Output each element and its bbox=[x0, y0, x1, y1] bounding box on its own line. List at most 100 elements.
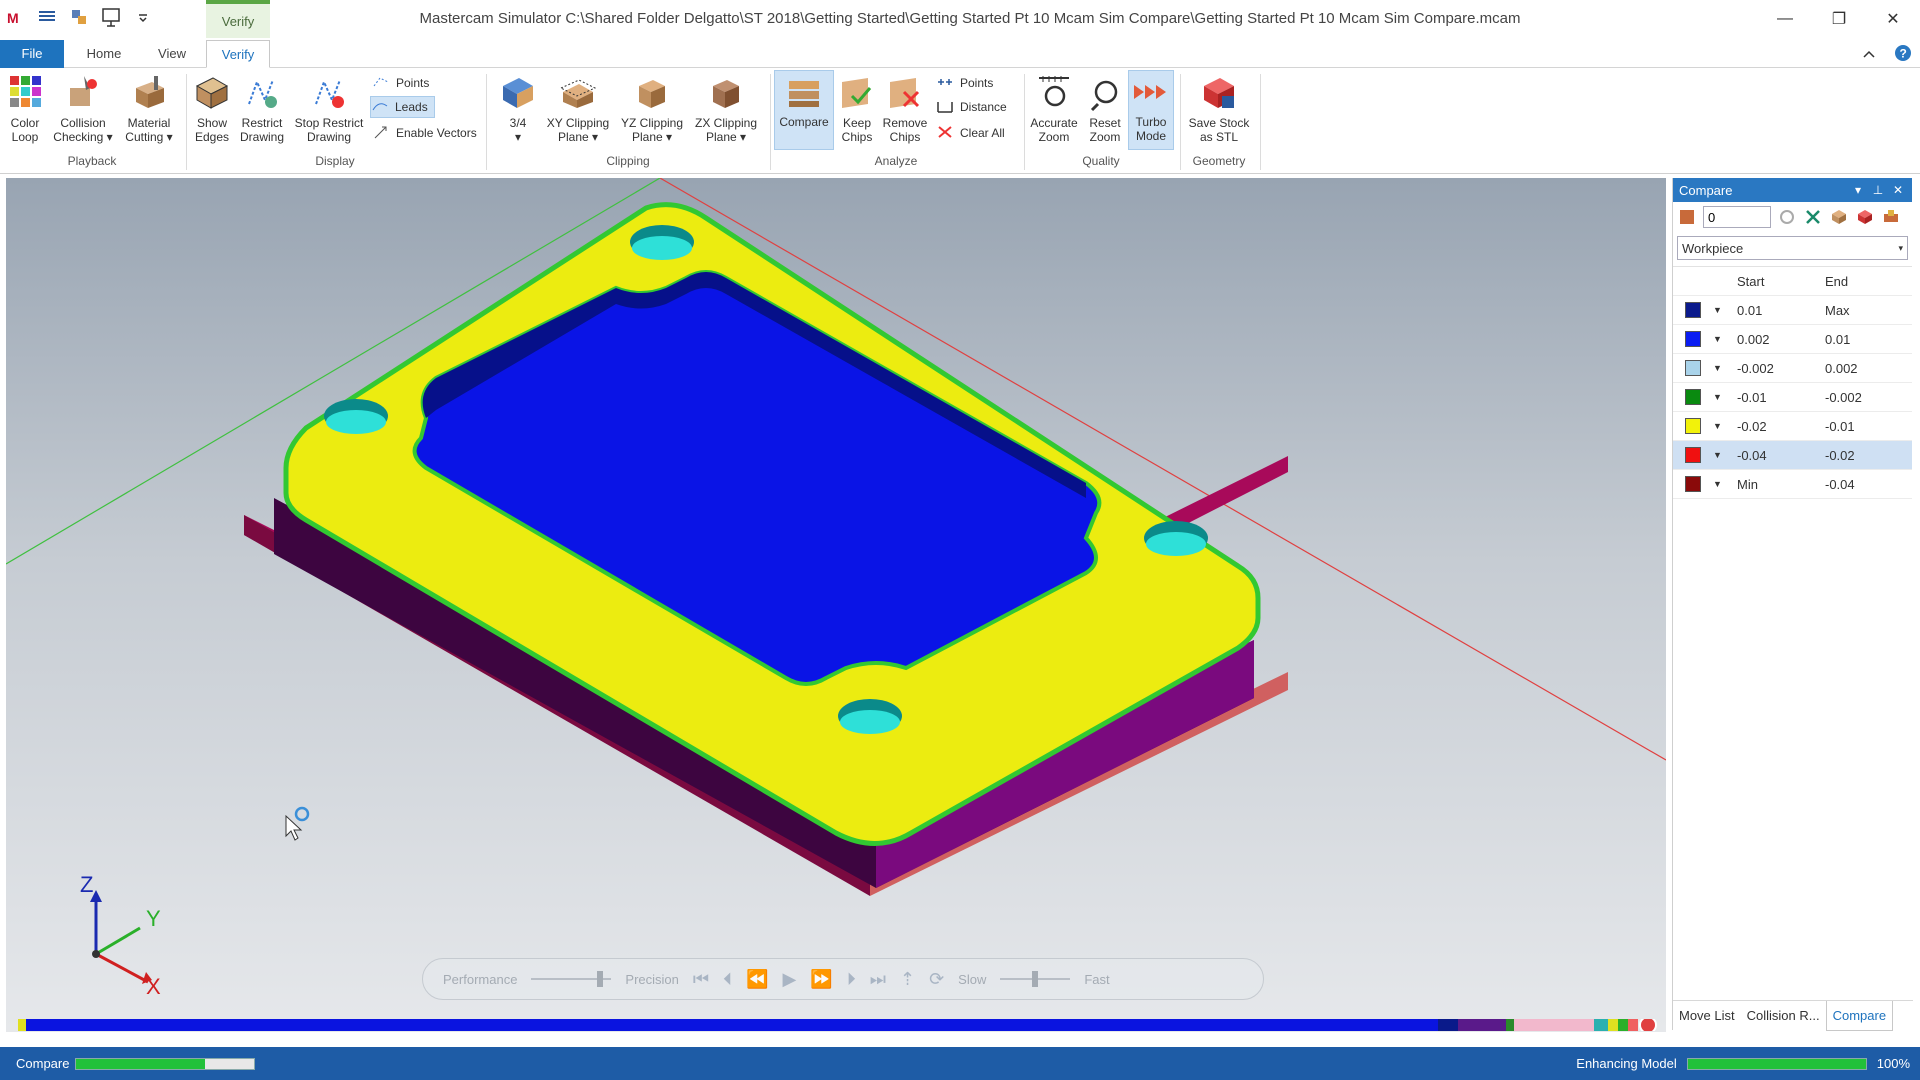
color-dropdown-icon[interactable]: ▼ bbox=[1713, 479, 1731, 489]
minimize-button[interactable]: — bbox=[1758, 0, 1812, 38]
tab-collision-report[interactable]: Collision R... bbox=[1741, 1001, 1826, 1031]
table-row[interactable]: ▼ -0.01 -0.002 bbox=[1673, 383, 1912, 412]
collision-checking-button[interactable]: Collision Checking ▾ bbox=[52, 72, 114, 144]
start-cell[interactable]: -0.02 bbox=[1731, 419, 1819, 434]
layers-icon[interactable] bbox=[36, 6, 58, 28]
color-dropdown-icon[interactable]: ▼ bbox=[1713, 334, 1731, 344]
compare-run-icon[interactable] bbox=[1677, 207, 1697, 227]
reset-zoom-button[interactable]: Reset Zoom bbox=[1084, 72, 1126, 144]
stock-icon[interactable] bbox=[1829, 207, 1849, 227]
end-cell[interactable]: Max bbox=[1819, 303, 1905, 318]
clear-all-button[interactable]: Clear All bbox=[936, 122, 1005, 144]
table-row[interactable]: ▼ -0.02 -0.01 bbox=[1673, 412, 1912, 441]
table-row[interactable]: ▼ -0.002 0.002 bbox=[1673, 354, 1912, 383]
play-icon[interactable]: ▶ bbox=[783, 969, 797, 990]
go-to-start-icon[interactable]: ⏮ bbox=[693, 969, 709, 990]
color-dropdown-icon[interactable]: ▼ bbox=[1713, 450, 1731, 460]
enable-vectors-button[interactable]: Enable Vectors bbox=[372, 122, 477, 144]
color-swatch[interactable] bbox=[1673, 447, 1713, 463]
analyze-points-button[interactable]: Points bbox=[936, 72, 993, 94]
table-row[interactable]: ▼ 0.002 0.01 bbox=[1673, 325, 1912, 354]
close-button[interactable]: ✕ bbox=[1866, 0, 1920, 38]
reset-zoom-icon bbox=[1086, 72, 1124, 114]
tab-verify[interactable]: Verify bbox=[206, 40, 270, 68]
stop-restrict-drawing-button[interactable]: Stop Restrict Drawing bbox=[292, 72, 366, 144]
color-swatch[interactable] bbox=[1673, 360, 1713, 376]
panel-close-icon[interactable]: ✕ bbox=[1890, 183, 1906, 197]
accurate-zoom-button[interactable]: Accurate Zoom bbox=[1028, 72, 1080, 144]
yz-clipping-plane-button[interactable]: YZ Clipping Plane ▾ bbox=[616, 72, 688, 144]
leads-button[interactable]: Leads bbox=[370, 96, 435, 118]
start-cell[interactable]: -0.01 bbox=[1731, 390, 1819, 405]
color-swatch[interactable] bbox=[1673, 331, 1713, 347]
speed-slider[interactable] bbox=[1000, 971, 1071, 987]
go-to-end-icon[interactable]: ⏭ bbox=[870, 969, 886, 990]
restore-button[interactable]: ❐ bbox=[1812, 0, 1866, 38]
status-percent: 100% bbox=[1876, 1056, 1910, 1071]
customize-dropdown-icon[interactable] bbox=[132, 6, 154, 28]
color-loop-button[interactable]: Color Loop bbox=[4, 72, 46, 144]
end-cell[interactable]: 0.002 bbox=[1819, 361, 1905, 376]
graphics-viewport[interactable]: Z Y X Performance Precision ⏮ ⏴ ⏪ ▶ ⏩ ⏵ … bbox=[6, 178, 1666, 1032]
rewind-icon[interactable]: ⏪ bbox=[746, 969, 768, 990]
start-cell[interactable]: -0.002 bbox=[1731, 361, 1819, 376]
color-dropdown-icon[interactable]: ▼ bbox=[1713, 421, 1731, 431]
stop-condition-icon[interactable]: ⇡ bbox=[900, 969, 915, 990]
collapse-ribbon-icon[interactable] bbox=[1862, 47, 1876, 62]
end-cell[interactable]: -0.02 bbox=[1819, 448, 1905, 463]
table-row[interactable]: ▼ 0.01 Max bbox=[1673, 296, 1912, 325]
loop-icon[interactable]: ⟳ bbox=[929, 969, 944, 990]
zx-clipping-plane-button[interactable]: ZX Clipping Plane ▾ bbox=[690, 72, 762, 144]
color-swatch[interactable] bbox=[1673, 418, 1713, 434]
end-cell[interactable]: 0.01 bbox=[1819, 332, 1905, 347]
color-dropdown-icon[interactable]: ▼ bbox=[1713, 392, 1731, 402]
tool-icon[interactable] bbox=[68, 6, 90, 28]
three-quarter-button[interactable]: 3/4 ▾ bbox=[496, 72, 540, 144]
tab-move-list[interactable]: Move List bbox=[1673, 1001, 1741, 1031]
material-cutting-button[interactable]: Material Cutting ▾ bbox=[118, 72, 180, 144]
quality-slider[interactable] bbox=[531, 971, 612, 987]
color-dropdown-icon[interactable]: ▼ bbox=[1713, 305, 1731, 315]
fast-forward-icon[interactable]: ⏩ bbox=[810, 969, 832, 990]
workpiece-select[interactable]: Workpiece ▾ bbox=[1677, 236, 1908, 260]
start-cell[interactable]: 0.002 bbox=[1731, 332, 1819, 347]
step-forward-icon[interactable]: ⏵ bbox=[847, 969, 856, 990]
presentation-icon[interactable] bbox=[100, 6, 122, 28]
settings-icon[interactable] bbox=[1881, 207, 1901, 227]
tab-home[interactable]: Home bbox=[76, 40, 132, 68]
end-cell[interactable]: -0.002 bbox=[1819, 390, 1905, 405]
color-swatch[interactable] bbox=[1673, 476, 1713, 492]
start-cell[interactable]: -0.04 bbox=[1731, 448, 1819, 463]
save-stock-stl-button[interactable]: Save Stock as STL bbox=[1184, 72, 1254, 144]
refresh-icon[interactable] bbox=[1777, 207, 1797, 227]
pin-icon[interactable]: ⊥ bbox=[1870, 183, 1886, 197]
turbo-mode-button[interactable]: Turbo Mode bbox=[1128, 70, 1174, 150]
tab-file[interactable]: File bbox=[0, 40, 64, 68]
tab-view[interactable]: View bbox=[144, 40, 200, 68]
compare-button[interactable]: Compare bbox=[774, 70, 834, 150]
table-row[interactable]: ▼ Min -0.04 bbox=[1673, 470, 1912, 499]
show-edges-button[interactable]: Show Edges bbox=[190, 72, 234, 144]
remove-chips-button[interactable]: Remove Chips bbox=[880, 72, 930, 144]
start-cell[interactable]: 0.01 bbox=[1731, 303, 1819, 318]
move-timeline[interactable] bbox=[18, 1019, 1658, 1031]
restrict-drawing-button[interactable]: Restrict Drawing bbox=[236, 72, 288, 144]
color-dropdown-icon[interactable]: ▼ bbox=[1713, 363, 1731, 373]
keep-chips-button[interactable]: Keep Chips bbox=[838, 72, 876, 144]
color-swatch[interactable] bbox=[1673, 302, 1713, 318]
start-cell[interactable]: Min bbox=[1731, 477, 1819, 492]
panel-dropdown-icon[interactable]: ▾ bbox=[1850, 183, 1866, 197]
tolerance-input[interactable] bbox=[1703, 206, 1771, 228]
end-cell[interactable]: -0.04 bbox=[1819, 477, 1905, 492]
clear-icon[interactable] bbox=[1803, 207, 1823, 227]
model-icon[interactable] bbox=[1855, 207, 1875, 227]
distance-button[interactable]: Distance bbox=[936, 96, 1007, 118]
end-cell[interactable]: -0.01 bbox=[1819, 419, 1905, 434]
help-icon[interactable]: ? bbox=[1894, 44, 1912, 65]
tab-compare[interactable]: Compare bbox=[1825, 1000, 1894, 1031]
color-swatch[interactable] bbox=[1673, 389, 1713, 405]
step-back-icon[interactable]: ⏴ bbox=[723, 969, 732, 990]
xy-clipping-plane-button[interactable]: XY Clipping Plane ▾ bbox=[542, 72, 614, 144]
display-points-button[interactable]: Points bbox=[372, 72, 429, 94]
table-row[interactable]: ▼ -0.04 -0.02 bbox=[1673, 441, 1912, 470]
